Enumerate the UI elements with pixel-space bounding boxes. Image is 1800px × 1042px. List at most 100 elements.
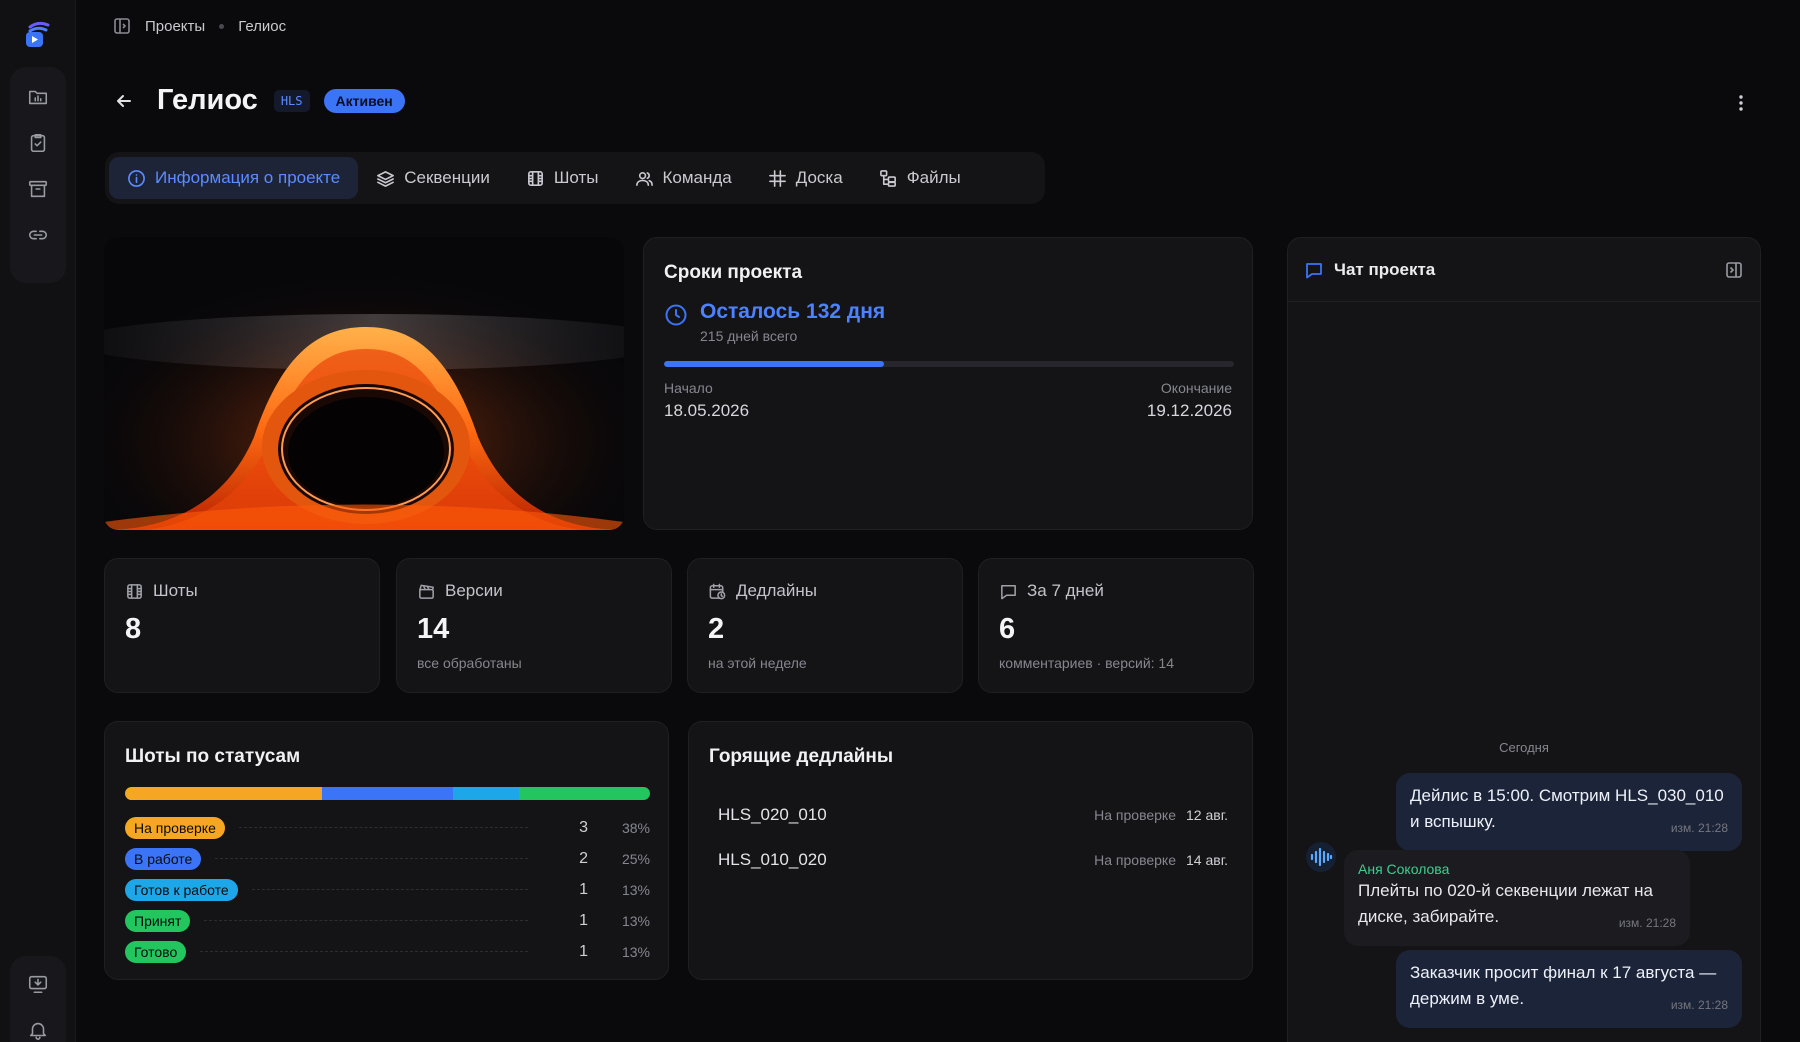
status-row[interactable]: Принят 1 13% <box>125 905 650 936</box>
sidebar-item-tasks[interactable] <box>20 125 56 161</box>
status-count: 1 <box>579 880 588 898</box>
stat-value: 14 <box>417 613 450 645</box>
tab-project-info[interactable]: Информация о проекте <box>109 157 359 199</box>
tab-label: Файлы <box>906 168 961 187</box>
days-remaining: Осталось 132 дня <box>700 300 886 323</box>
message-meta: изм. 21:28 <box>1618 916 1676 930</box>
back-button[interactable] <box>113 90 135 112</box>
timeline-start: Начало 18.05.2026 <box>664 380 749 421</box>
sidebar-item-archive[interactable] <box>20 171 56 207</box>
status-bar-segment <box>453 787 519 800</box>
timeline-progress <box>664 361 1234 367</box>
status-pill: На проверке <box>125 816 225 839</box>
stat-label: Дедлайны <box>736 581 817 600</box>
deadline-list: HLS_020_010 На проверке 12 авг. HLS_010_… <box>718 792 1228 882</box>
sidebar-item-notifications[interactable] <box>20 1012 56 1042</box>
status-row[interactable]: Готов к работе 1 13% <box>125 874 650 905</box>
tab-shots[interactable]: Шоты <box>508 157 617 199</box>
page-title: Гелиос <box>157 84 258 116</box>
collapse-panel-icon[interactable] <box>1724 260 1744 280</box>
tab-sequences[interactable]: Секвенции <box>358 157 508 199</box>
row-leader <box>204 920 528 921</box>
status-percent: 13% <box>621 912 650 929</box>
sidebar-item-links[interactable] <box>20 217 56 253</box>
tab-team[interactable]: Команда <box>617 157 750 199</box>
chat-message-outgoing[interactable]: Заказчик просит финал к 17 августа — дер… <box>1396 950 1742 1028</box>
tab-label: Команда <box>662 168 732 187</box>
statuses-title: Шоты по статусам <box>125 746 301 767</box>
hash-icon <box>768 169 786 187</box>
hot-deadlines-card: Горящие дедлайны HLS_020_010 На проверке… <box>688 721 1253 980</box>
breadcrumb-projects[interactable]: Проекты <box>145 18 205 35</box>
chat-title: Чат проекта <box>1334 259 1436 279</box>
message-meta: изм. 21:28 <box>1670 998 1728 1012</box>
status-bar-segment <box>518 787 585 800</box>
status-bar-segment <box>125 787 322 800</box>
avatar[interactable] <box>1306 842 1336 872</box>
status-count: 1 <box>579 942 588 960</box>
layers-icon <box>377 170 395 187</box>
deadlines-title: Горящие дедлайны <box>709 746 894 767</box>
archive-icon <box>28 180 48 198</box>
timeline-progress-fill <box>664 361 885 367</box>
status-percent: 38% <box>621 819 650 836</box>
stat-sub: комментариев · версий: 14 <box>999 655 1174 671</box>
row-leader <box>215 858 528 859</box>
chat-message-outgoing[interactable]: Дейлис в 15:00. Смотрим HLS_030_010 и вс… <box>1396 773 1742 851</box>
stat-label: Шоты <box>153 581 198 600</box>
breadcrumb-separator <box>219 23 225 29</box>
status-pill: Готов к работе <box>125 878 238 901</box>
more-menu-button[interactable] <box>1728 90 1754 116</box>
start-date: 18.05.2026 <box>664 401 750 420</box>
status-pill: Готово <box>125 940 187 963</box>
stat-header: За 7 дней <box>999 581 1104 601</box>
status-row[interactable]: Готово 1 13% <box>125 936 650 967</box>
info-icon <box>128 169 145 187</box>
page-header: Гелиос HLS Активен <box>113 84 405 117</box>
status-count: 3 <box>579 818 588 836</box>
folder-chart-icon <box>28 90 48 105</box>
timeline-end: Окончание 19.12.2026 <box>1147 380 1232 421</box>
stat-label: Версии <box>445 581 503 600</box>
timeline-card: Сроки проекта Осталось 132 дня 215 дней … <box>643 237 1253 530</box>
stat-label: За 7 дней <box>1027 581 1104 600</box>
stat-sub: все обработаны <box>417 655 522 671</box>
app-sidebar <box>0 0 76 1042</box>
sidebar-item-projects[interactable] <box>20 79 56 115</box>
row-leader <box>238 827 528 828</box>
end-label: Окончание <box>1160 380 1232 396</box>
deadline-row[interactable]: HLS_010_020 На проверке 14 авг. <box>718 837 1228 882</box>
deadline-date: 12 авг. <box>1186 806 1228 823</box>
row-leader <box>200 951 528 952</box>
status-percent: 13% <box>621 881 650 898</box>
deadline-shot: HLS_020_010 <box>718 804 827 824</box>
timeline-remaining: Осталось 132 дня 215 дней всего <box>664 300 885 344</box>
stat-header: Дедлайны <box>708 581 817 601</box>
status-row[interactable]: На проверке 3 38% <box>125 812 650 843</box>
project-cover-image <box>104 237 624 530</box>
tab-label: Секвенции <box>404 168 490 187</box>
chat-message-incoming[interactable]: Аня Соколова Плейты по 020-й секвенции л… <box>1344 850 1690 946</box>
status-pill: Принят <box>125 909 191 932</box>
tab-board[interactable]: Доска <box>750 157 861 199</box>
clock-icon <box>665 304 687 326</box>
deadline-row[interactable]: HLS_020_010 На проверке 12 авг. <box>718 792 1228 837</box>
bell-icon <box>29 1022 47 1040</box>
stat-card-versions: Версии 14 все обработаны <box>396 558 672 693</box>
timeline-title: Сроки проекта <box>664 262 803 283</box>
comment-icon <box>1001 584 1016 599</box>
status-row[interactable]: В работе 2 25% <box>125 843 650 874</box>
days-total: 215 дней всего <box>700 328 798 344</box>
app-logo-icon[interactable] <box>22 18 54 50</box>
stat-card-deadlines: Дедлайны 2 на этой неделе <box>687 558 963 693</box>
status-count: 1 <box>579 911 588 929</box>
deadline-status: На проверке <box>1094 806 1177 823</box>
sidebar-item-downloads[interactable] <box>20 966 56 1002</box>
sidebar-toggle-icon[interactable] <box>113 17 131 35</box>
users-icon <box>635 171 653 186</box>
status-distribution-bar <box>125 787 650 800</box>
folder-tree-icon <box>879 169 896 187</box>
status-badge: Активен <box>323 88 405 113</box>
arrow-left-icon <box>117 94 131 107</box>
tab-files[interactable]: Файлы <box>861 157 979 199</box>
